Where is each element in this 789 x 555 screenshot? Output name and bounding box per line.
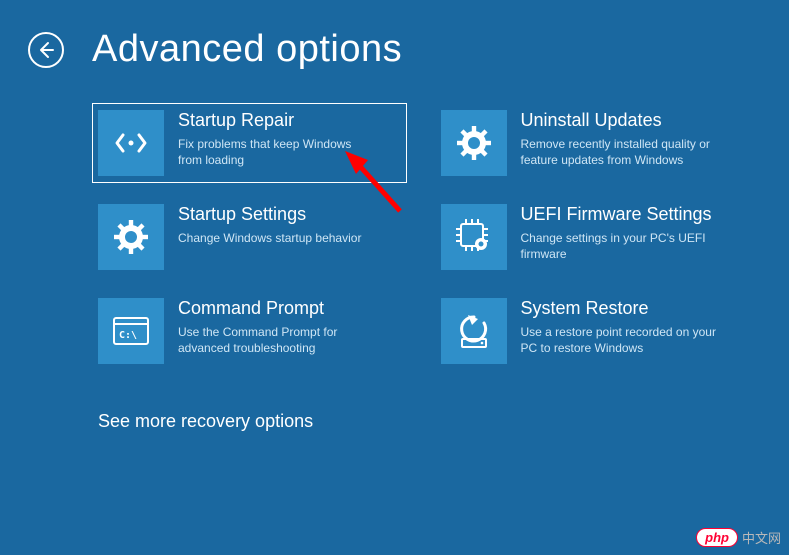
tile-uninstall-updates[interactable]: Uninstall Updates Remove recently instal… bbox=[435, 103, 750, 183]
tile-title: Uninstall Updates bbox=[521, 110, 717, 132]
tile-desc: Use a restore point recorded on your PC … bbox=[521, 324, 717, 356]
watermark: php 中文网 bbox=[696, 528, 781, 547]
header: Advanced options bbox=[0, 0, 789, 71]
tile-desc: Change Windows startup behavior bbox=[178, 230, 361, 246]
tile-desc: Use the Command Prompt for advanced trou… bbox=[178, 324, 374, 356]
tile-text: Command Prompt Use the Command Prompt fo… bbox=[164, 298, 374, 356]
options-grid: Startup Repair Fix problems that keep Wi… bbox=[0, 71, 789, 371]
page-title: Advanced options bbox=[92, 28, 402, 71]
terminal-icon: C:\ bbox=[98, 298, 164, 364]
tile-title: Command Prompt bbox=[178, 298, 374, 320]
tile-uefi-firmware-settings[interactable]: UEFI Firmware Settings Change settings i… bbox=[435, 197, 750, 277]
tile-system-restore[interactable]: System Restore Use a restore point recor… bbox=[435, 291, 750, 371]
back-arrow-icon bbox=[36, 40, 56, 60]
gear-icon bbox=[98, 204, 164, 270]
chip-gear-icon bbox=[441, 204, 507, 270]
tile-text: Uninstall Updates Remove recently instal… bbox=[507, 110, 717, 168]
tile-title: Startup Repair bbox=[178, 110, 374, 132]
tile-text: System Restore Use a restore point recor… bbox=[507, 298, 717, 356]
tile-startup-settings[interactable]: Startup Settings Change Windows startup … bbox=[92, 197, 407, 277]
watermark-site: 中文网 bbox=[742, 528, 781, 547]
tile-title: UEFI Firmware Settings bbox=[521, 204, 717, 226]
gear-icon bbox=[441, 110, 507, 176]
tile-startup-repair[interactable]: Startup Repair Fix problems that keep Wi… bbox=[92, 103, 407, 183]
tile-text: Startup Settings Change Windows startup … bbox=[164, 204, 361, 246]
tile-title: Startup Settings bbox=[178, 204, 361, 226]
tile-desc: Remove recently installed quality or fea… bbox=[521, 136, 717, 168]
tile-text: Startup Repair Fix problems that keep Wi… bbox=[164, 110, 374, 168]
tile-command-prompt[interactable]: C:\ Command Prompt Use the Command Promp… bbox=[92, 291, 407, 371]
tile-title: System Restore bbox=[521, 298, 717, 320]
restore-icon bbox=[441, 298, 507, 364]
tile-text: UEFI Firmware Settings Change settings i… bbox=[507, 204, 717, 262]
tile-desc: Change settings in your PC's UEFI firmwa… bbox=[521, 230, 717, 262]
watermark-brand: php bbox=[696, 528, 738, 547]
startup-repair-icon bbox=[98, 110, 164, 176]
svg-text:C:\: C:\ bbox=[119, 330, 137, 341]
see-more-recovery-options[interactable]: See more recovery options bbox=[0, 371, 789, 432]
back-button[interactable] bbox=[28, 32, 64, 68]
tile-desc: Fix problems that keep Windows from load… bbox=[178, 136, 374, 168]
